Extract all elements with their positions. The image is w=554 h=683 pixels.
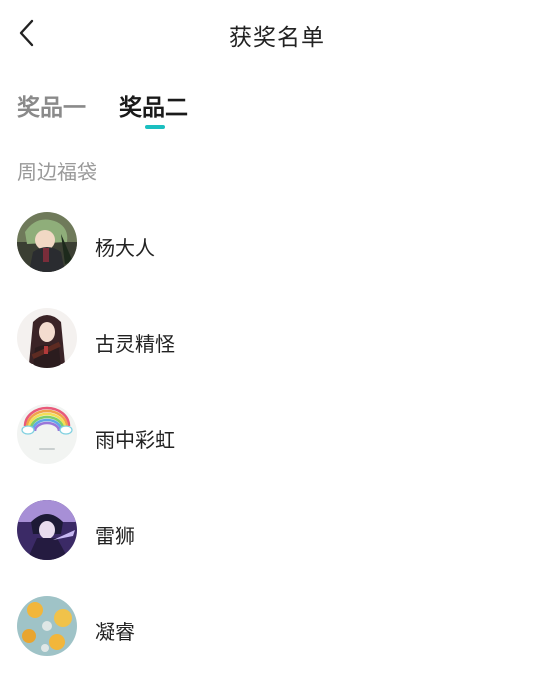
avatar	[17, 500, 77, 560]
tab-prize-two[interactable]: 奖品二	[119, 88, 188, 122]
anime-girl-avatar	[17, 308, 77, 368]
rainbow-icon	[17, 404, 77, 464]
winner-name: 雨中彩虹	[95, 428, 175, 452]
list-item: 凝睿	[17, 596, 537, 658]
winner-name: 凝睿	[95, 620, 135, 644]
avatar	[17, 404, 77, 464]
avatar	[17, 308, 77, 368]
section-label: 周边福袋	[17, 160, 97, 184]
page-title: 获奖名单	[229, 25, 325, 51]
food-photo-avatar	[17, 596, 77, 656]
avatar	[17, 596, 77, 656]
winner-name: 雷狮	[95, 524, 135, 548]
list-item: 杨大人	[17, 212, 537, 274]
list-item: 雨中彩虹	[17, 404, 537, 466]
active-tab-indicator	[145, 125, 165, 129]
winner-name: 古灵精怪	[95, 332, 175, 356]
winner-name: 杨大人	[95, 236, 155, 260]
tab-prize-one[interactable]: 奖品一	[17, 88, 86, 122]
avatar	[17, 212, 77, 272]
list-item: 雷狮	[17, 500, 537, 562]
anime-character-purple-avatar	[17, 500, 77, 560]
list-item: 古灵精怪	[17, 308, 537, 370]
header-bar: 获奖名单	[0, 0, 554, 68]
anime-character-avatar	[17, 212, 77, 272]
